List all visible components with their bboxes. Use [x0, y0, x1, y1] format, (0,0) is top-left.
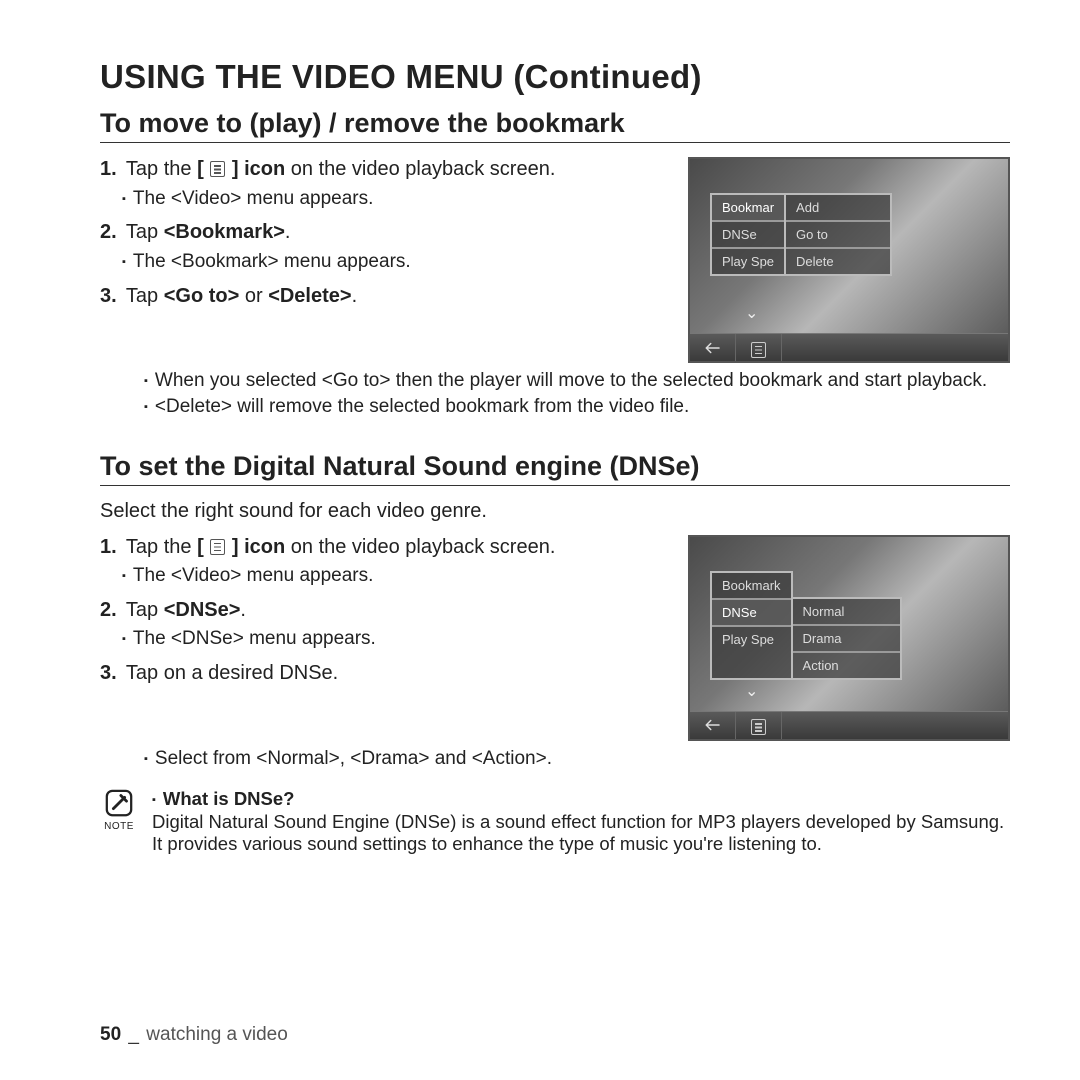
menu-left-item: DNSe	[712, 220, 784, 247]
chevron-down-icon: ⌄	[745, 681, 758, 701]
device-screenshot-dnse: Bookmark DNSe Play Spe Normal Drama Acti…	[688, 535, 1010, 741]
s2-step3: 3. Tap on a desired DNSe.	[100, 661, 660, 687]
s2-step2-sub: The <DNSe> menu appears.	[122, 627, 660, 651]
s2-step2: 2. Tap <DNSe>. The <DNSe> menu appears.	[100, 598, 660, 651]
device-screenshot-bookmark: Bookmar DNSe Play Spe Add Go to Delete ⌄	[688, 157, 1010, 363]
chevron-down-icon: ⌄	[745, 303, 758, 323]
menu-right-item: Go to	[786, 220, 890, 247]
note-question: What is DNSe?	[152, 788, 1010, 811]
footer-section: watching a video	[146, 1024, 288, 1045]
step-number: 2.	[100, 221, 117, 243]
page-title: USING THE VIDEO MENU (Continued)	[100, 58, 1010, 96]
menu-right-item: Action	[793, 651, 901, 678]
page-footer: 50 _ watching a video	[100, 1024, 288, 1046]
note-answer: Digital Natural Sound Engine (DNSe) is a…	[152, 811, 1010, 856]
menu-left-item: Bookmar	[712, 195, 784, 220]
step-number: 1.	[100, 158, 117, 180]
menu-icon	[210, 161, 225, 177]
note-label: NOTE	[100, 821, 138, 832]
note-icon: NOTE	[100, 788, 138, 832]
step-number: 2.	[100, 599, 117, 621]
section2-subtitle: To set the Digital Natural Sound engine …	[100, 451, 1010, 486]
menu-left-item: DNSe	[712, 598, 791, 625]
menu-icon	[736, 334, 782, 361]
menu-right-item: Drama	[793, 624, 901, 651]
footer-separator: _	[128, 1024, 139, 1045]
step-number: 1.	[100, 536, 117, 558]
s1-step2-sub: The <Bookmark> menu appears.	[122, 250, 660, 274]
menu-right-item: Normal	[793, 599, 901, 624]
step-number: 3.	[100, 285, 117, 307]
menu-left-item: Play Spe	[712, 247, 784, 274]
menu-icon	[210, 539, 225, 555]
s1-step3-sub1: When you selected <Go to> then the playe…	[144, 369, 1010, 393]
menu-left-item: Bookmark	[712, 573, 791, 598]
menu-right-item: Add	[786, 195, 890, 220]
step-number: 3.	[100, 662, 117, 684]
menu-right-item: Delete	[786, 247, 890, 274]
menu-left-item: Play Spe	[712, 625, 791, 652]
s1-step2: 2. Tap <Bookmark>. The <Bookmark> menu a…	[100, 220, 660, 273]
page-number: 50	[100, 1024, 121, 1045]
section2-intro: Select the right sound for each video ge…	[100, 500, 1010, 523]
s2-step1: 1. Tap the [ ] icon on the video playbac…	[100, 535, 660, 588]
back-icon	[690, 712, 736, 739]
s2-step3-sub: Select from <Normal>, <Drama> and <Actio…	[144, 747, 1010, 771]
s1-step1: 1. Tap the [ ] icon on the video playbac…	[100, 157, 660, 210]
s1-step3: 3. Tap <Go to> or <Delete>.	[100, 284, 660, 310]
s1-step1-sub: The <Video> menu appears.	[122, 187, 660, 211]
menu-icon	[736, 712, 782, 739]
s1-step3-sub2: <Delete> will remove the selected bookma…	[144, 395, 1010, 419]
section1-subtitle: To move to (play) / remove the bookmark	[100, 108, 1010, 143]
s2-step1-sub: The <Video> menu appears.	[122, 564, 660, 588]
back-icon	[690, 334, 736, 361]
